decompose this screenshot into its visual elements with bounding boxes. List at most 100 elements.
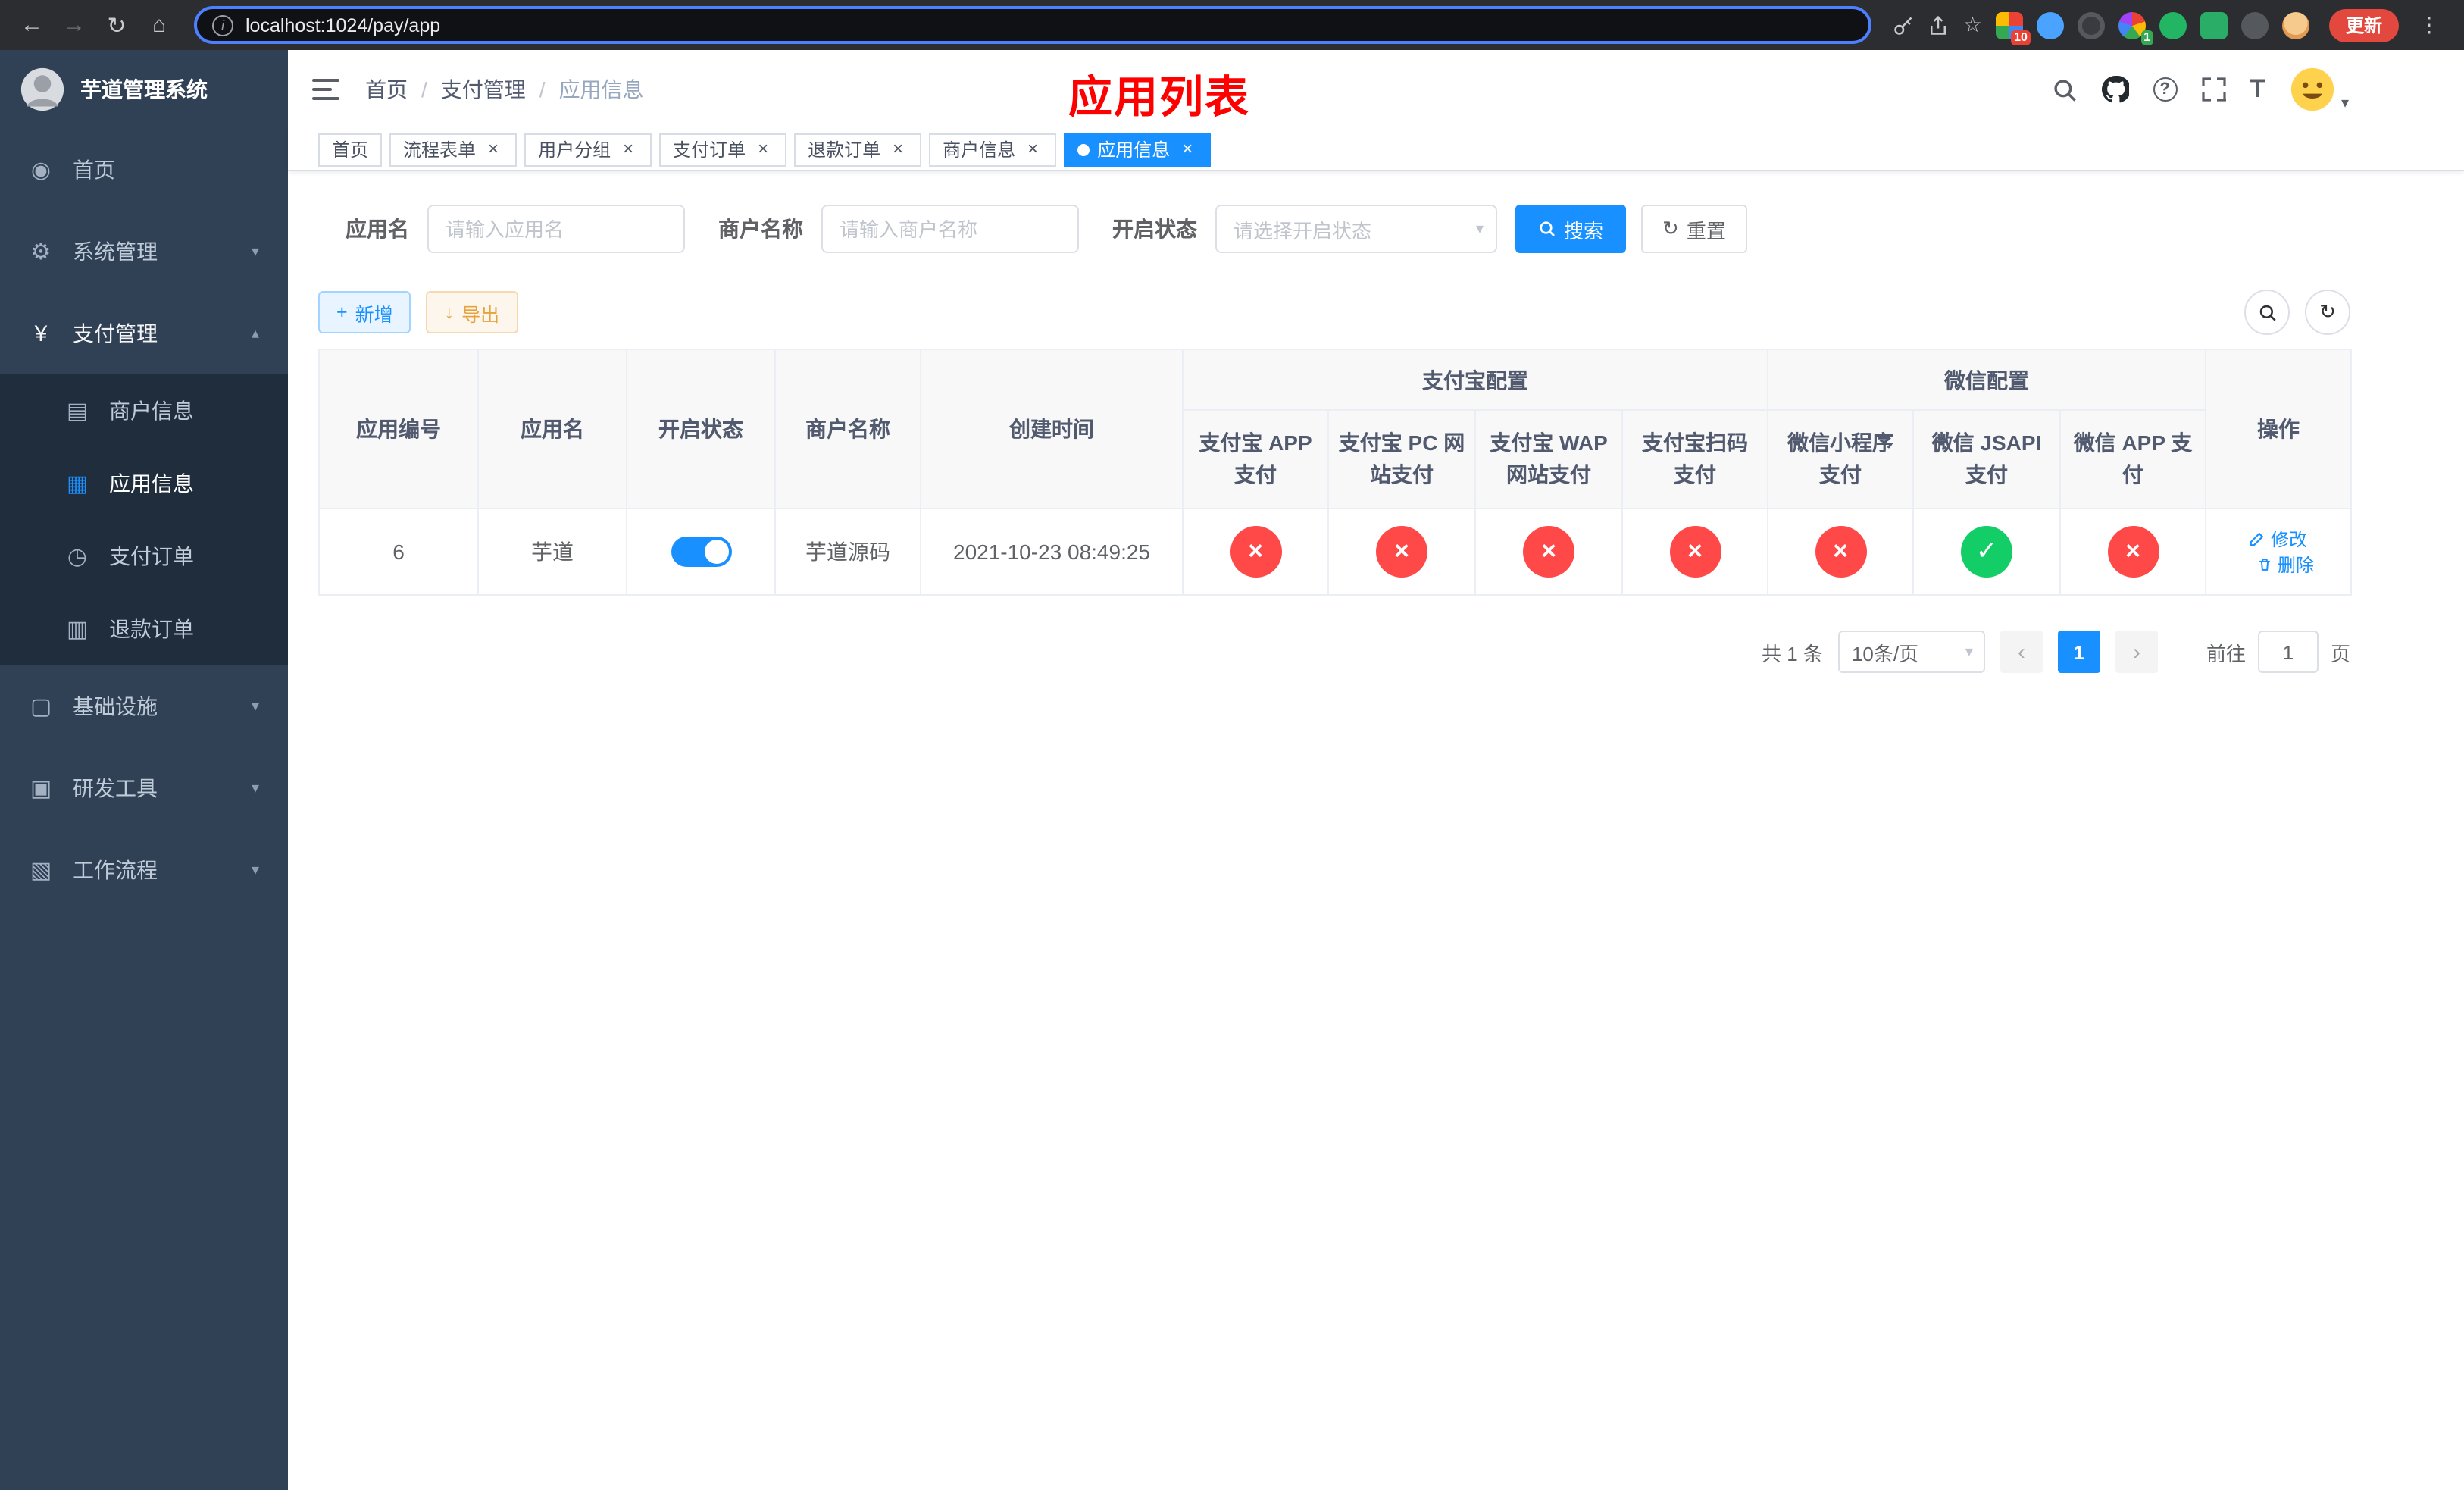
status-toggle[interactable] [671,537,731,567]
extension-green-square-icon[interactable] [2200,11,2228,39]
cell-alipay-app: × [1182,508,1329,596]
reset-button[interactable]: ↻ 重置 [1641,205,1747,253]
browser-home-icon[interactable]: ⌂ [139,5,179,45]
refresh-table-button[interactable]: ↻ [2305,290,2350,335]
show-search-button[interactable] [2244,290,2290,335]
col-status: 开启状态 [626,349,776,509]
breadcrumb-separator: / [539,77,546,102]
sidebar-item-dev-tools[interactable]: ▣ 研发工具 ▾ [0,747,288,829]
profile-avatar-icon[interactable] [2281,11,2309,39]
breadcrumb-payment[interactable]: 支付管理 [441,74,526,105]
next-page-button[interactable]: › [2115,631,2158,673]
sidebar-item-workflow[interactable]: ▧ 工作流程 ▾ [0,829,288,911]
monitor-icon: ▢ [30,694,52,720]
merchant-name-input[interactable] [821,205,1079,253]
extension-wheel-icon[interactable]: 1 [2118,11,2153,45]
col-wx-jsapi: 微信 JSAPI 支付 [1912,409,2061,509]
extension-grid-icon[interactable]: 10 [1995,11,2031,45]
col-alipay-pc: 支付宝 PC 网站支付 [1327,409,1476,509]
filter-form: 应用名 商户名称 开启状态 请选择开启状态 ▾ 搜索 ↻ 重 [318,205,2381,253]
edit-button[interactable]: 修改 [2250,526,2307,552]
close-icon[interactable]: × [1177,139,1197,159]
help-icon[interactable]: ? [2153,77,2178,102]
site-info-icon[interactable]: i [212,14,233,36]
tab-merchant-info[interactable]: 商户信息 × [929,133,1057,166]
browser-back-icon[interactable]: ← [12,5,52,45]
tab-pay-order[interactable]: 支付订单 × [659,133,787,166]
tab-app-info[interactable]: 应用信息 × [1064,133,1212,166]
sidebar-item-refund-order[interactable]: ▥ 退款订单 [0,593,288,665]
page-jumper: 前往 页 [2206,631,2350,673]
sidebar-item-merchant-info[interactable]: ▤ 商户信息 [0,374,288,447]
delete-button[interactable]: 删除 [2256,552,2314,578]
app-name-input[interactable] [427,205,685,253]
status-cross-icon: × [2107,526,2159,578]
chevron-up-icon: ▴ [251,325,259,342]
browser-actions: ☆ 10 1 更新 ⋮ [1887,8,2452,45]
sidebar-item-payment[interactable]: ¥ 支付管理 ▴ [0,293,288,374]
browser-reload-icon[interactable]: ↻ [97,5,136,45]
address-bar[interactable]: i localhost:1024/pay/app [194,6,1872,44]
fullscreen-icon[interactable] [2201,77,2226,102]
close-icon[interactable]: × [483,139,503,159]
page-number-button[interactable]: 1 [2057,631,2100,673]
extension-green-icon[interactable] [2159,11,2187,39]
col-wx-mini: 微信小程序支付 [1767,409,1914,509]
sidebar-item-system[interactable]: ⚙ 系统管理 ▾ [0,211,288,293]
sidebar-toggle-icon[interactable] [312,79,339,100]
close-icon[interactable]: × [618,139,638,159]
password-key-icon[interactable] [1893,14,1915,36]
bookmark-star-icon[interactable]: ☆ [1963,12,1982,38]
cell-wx-mini: × [1767,508,1914,596]
browser-update-button[interactable]: 更新 [2328,8,2399,42]
extension-gray-icon[interactable] [2240,11,2269,39]
app-table: 应用编号 应用名 开启状态 商户名称 创建时间 支付宝配置 微信配置 操作 支付… [318,349,2352,596]
page-size-select[interactable]: 10条/页 ▾ [1837,631,1985,673]
tab-label: 退款订单 [808,139,881,161]
breadcrumb-home[interactable]: 首页 [365,74,408,105]
page-annotation: 应用列表 [1068,74,1251,123]
search-icon[interactable] [2051,77,2077,102]
tab-refund-order[interactable]: 退款订单 × [794,133,922,166]
sidebar-item-pay-order[interactable]: ◷ 支付订单 [0,520,288,593]
github-icon[interactable] [2101,76,2129,103]
sidebar-item-label: 研发工具 [73,776,158,800]
chevron-down-icon: ▾ [251,780,259,797]
close-icon[interactable]: × [888,139,908,159]
col-create-time: 创建时间 [920,349,1184,509]
tab-home[interactable]: 首页 [318,133,383,166]
url-text[interactable]: localhost:1024/pay/app [245,14,440,36]
tab-process-form[interactable]: 流程表单 × [389,133,518,166]
browser-menu-icon[interactable]: ⋮ [2412,12,2446,38]
sidebar-item-infrastructure[interactable]: ▢ 基础设施 ▾ [0,665,288,747]
download-icon: ↓ [444,302,455,323]
status-select[interactable]: 请选择开启状态 ▾ [1215,205,1497,253]
tab-user-group[interactable]: 用户分组 × [524,133,652,166]
col-app-name: 应用名 [477,349,627,509]
goto-page-input[interactable] [2257,631,2319,673]
share-icon[interactable] [1928,14,1950,36]
close-icon[interactable]: × [1023,139,1043,159]
sidebar-item-label: 支付管理 [73,321,158,346]
export-button[interactable]: ↓ 导出 [426,291,518,333]
cell-alipay-pc: × [1327,508,1476,596]
sidebar-item-label: 商户信息 [109,399,194,423]
sidebar-item-app-info[interactable]: ▦ 应用信息 [0,447,288,520]
user-menu[interactable]: ▾ [2290,67,2349,112]
sidebar-item-home[interactable]: ◉ 首页 [0,129,288,211]
extension-badge: 10 [2011,30,2031,45]
font-size-icon[interactable]: T [2250,74,2265,105]
cell-actions: 修改 删除 [2205,508,2352,596]
extension-dark-icon[interactable] [2077,11,2105,39]
tags-view: 首页 流程表单 × 用户分组 × 支付订单 × 退款订单 × 商户信息 × 应用… [288,129,2464,171]
extension-blue-icon[interactable] [2036,11,2064,39]
prev-page-button[interactable]: ‹ [2000,631,2043,673]
pencil-icon [2250,532,2265,546]
close-icon[interactable]: × [753,139,773,159]
refresh-icon: ↻ [1662,217,1679,239]
search-button[interactable]: 搜索 [1515,205,1627,253]
browser-forward-icon[interactable]: → [55,5,94,45]
caret-down-icon: ▾ [1965,643,1973,660]
add-button[interactable]: + 新增 [318,291,411,333]
cell-alipay-wap: × [1474,508,1623,596]
